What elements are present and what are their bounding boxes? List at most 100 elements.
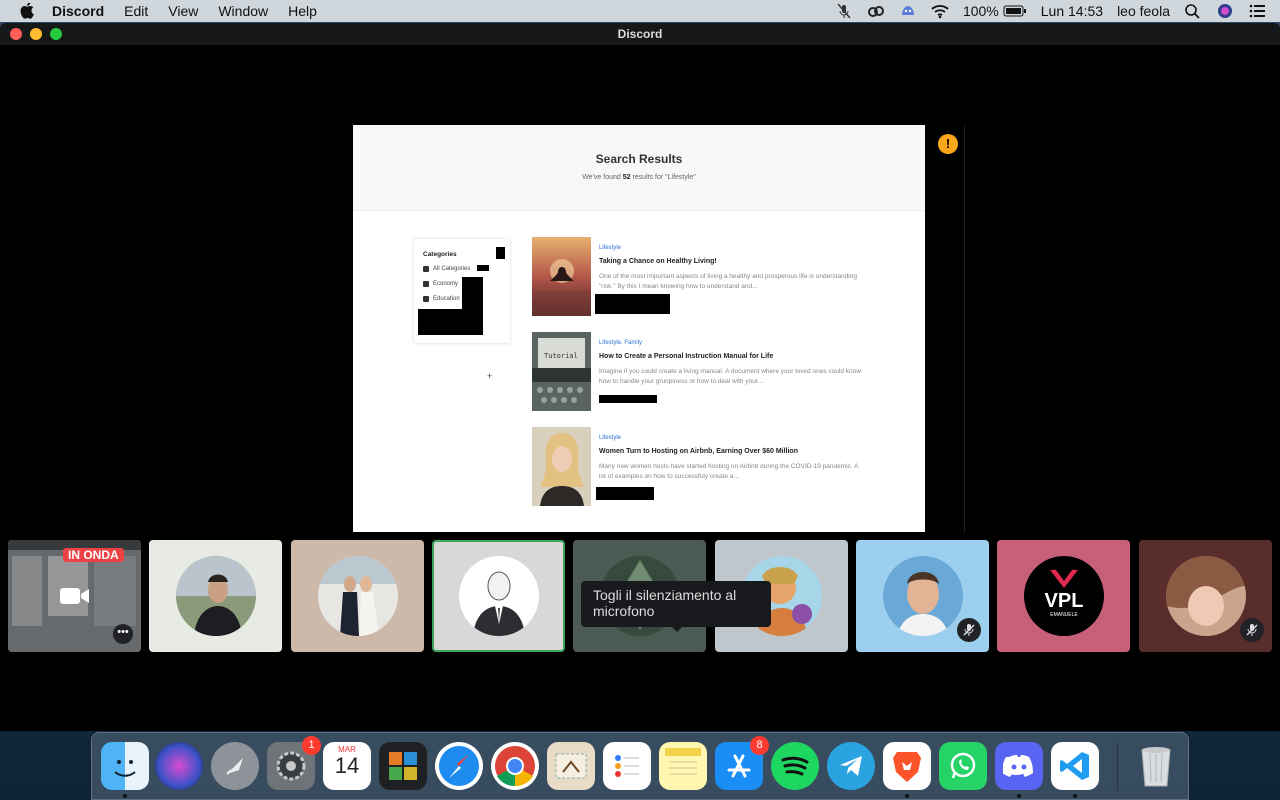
live-badge: IN ONDA	[63, 548, 124, 562]
finder-icon[interactable]	[101, 742, 149, 790]
vscode-icon[interactable]	[1051, 742, 1099, 790]
avatar	[883, 556, 963, 636]
redaction-block	[595, 294, 670, 314]
control-center-icon[interactable]	[1248, 3, 1266, 19]
spotlight-search-icon[interactable]	[1184, 3, 1202, 19]
category-all[interactable]: All Categories	[423, 266, 470, 272]
search-results-summary: We've found 52 results for "Lifestyle"	[582, 174, 696, 181]
post-title[interactable]: Taking a Chance on Healthy Living!	[599, 258, 717, 265]
system-preferences-icon[interactable]: 1	[267, 736, 321, 790]
tile-screen-share[interactable]: IN ONDA •••	[8, 540, 141, 652]
menu-help[interactable]: Help	[288, 3, 317, 19]
post-card[interactable]: Tutorial Lifestyle, Family How to Create…	[532, 332, 862, 412]
post-excerpt: Imagine if you could create a living man…	[599, 368, 861, 385]
post-title[interactable]: Women Turn to Hosting on Airbnb, Earning…	[599, 448, 798, 455]
siri-icon[interactable]	[1216, 3, 1234, 19]
siri-icon[interactable]	[155, 742, 203, 790]
close-window-button[interactable]	[10, 28, 22, 40]
whatsapp-icon[interactable]	[939, 742, 987, 790]
notification-badge: 8	[750, 736, 769, 755]
mic-muted-icon[interactable]	[835, 3, 853, 19]
menu-view[interactable]: View	[168, 3, 198, 19]
tile-participant[interactable]: VPL EMANUELE	[997, 540, 1130, 652]
menu-edit[interactable]: Edit	[124, 3, 148, 19]
more-options-icon[interactable]: •••	[113, 624, 133, 644]
checkbox-checked-icon[interactable]	[423, 281, 429, 287]
category-economy[interactable]: Economy	[423, 281, 458, 287]
search-results-title: Search Results	[595, 152, 683, 166]
category-education[interactable]: Education	[423, 296, 460, 302]
clock[interactable]: Lun 14:53	[1041, 3, 1103, 19]
menu-window[interactable]: Window	[218, 3, 268, 19]
post-category[interactable]: Lifestyle	[599, 435, 621, 441]
safari-icon[interactable]	[435, 742, 483, 790]
avatar-vpl-logo: VPL EMANUELE	[1024, 556, 1104, 636]
svg-text:EMANUELE: EMANUELE	[1050, 612, 1078, 618]
checkbox-checked-icon[interactable]	[423, 266, 429, 272]
creative-cloud-icon[interactable]	[867, 3, 885, 19]
post-excerpt: Many new women hosts have started hostin…	[599, 463, 859, 480]
avatar	[459, 556, 539, 636]
tile-participant[interactable]	[291, 540, 424, 652]
redaction-block	[418, 309, 483, 335]
finder-running-dot	[123, 794, 127, 798]
avatar	[318, 556, 398, 636]
redaction-block	[599, 395, 657, 403]
zoom-window-button[interactable]	[50, 28, 62, 40]
categories-panel: Categories All Categories Economy Educat…	[413, 238, 511, 344]
app-store-icon[interactable]: 8	[715, 736, 769, 790]
avatar	[176, 556, 256, 636]
redaction-block	[477, 265, 489, 271]
dock: 1 MAR 14 8	[91, 732, 1189, 800]
menubar: Discord Edit View Window Help 100% Lun 1…	[0, 0, 1280, 22]
post-thumbnail-typewriter: Tutorial	[532, 332, 591, 411]
categories-title: Categories	[423, 251, 457, 258]
reminders-icon[interactable]	[603, 742, 651, 790]
apple-icon[interactable]	[20, 3, 34, 19]
post-card[interactable]: Lifestyle Taking a Chance on Healthy Liv…	[532, 237, 862, 317]
post-thumbnail-meditation	[532, 237, 591, 316]
post-title[interactable]: How to Create a Personal Instruction Man…	[599, 353, 773, 360]
results-count: 52	[622, 174, 631, 181]
spotify-icon[interactable]	[771, 742, 819, 790]
chrome-icon[interactable]	[491, 742, 539, 790]
battery-percent: 100%	[962, 3, 999, 19]
trash-icon[interactable]	[1132, 742, 1180, 790]
notes-icon[interactable]	[659, 742, 707, 790]
redaction-block	[596, 487, 654, 500]
svg-text:Tutorial: Tutorial	[544, 352, 578, 360]
telegram-icon[interactable]	[827, 742, 875, 790]
window-titlebar: Discord	[0, 23, 1280, 45]
battery-icon[interactable]	[1003, 3, 1027, 19]
minimize-window-button[interactable]	[30, 28, 42, 40]
tile-participant[interactable]	[149, 540, 282, 652]
photo-booth-icon[interactable]	[379, 742, 427, 790]
discord-window: Discord Search Results We've found 52 re…	[0, 23, 1280, 731]
mail-icon[interactable]	[547, 742, 595, 790]
post-thumbnail-woman-portrait	[532, 427, 591, 506]
video-camera-icon	[60, 588, 89, 604]
discord-icon[interactable]	[995, 742, 1043, 790]
calendar-icon[interactable]: MAR 14	[323, 742, 371, 790]
checkbox-checked-icon[interactable]	[423, 296, 429, 302]
post-excerpt: One of the most important aspects of liv…	[599, 273, 857, 290]
tile-participant[interactable]	[856, 540, 989, 652]
tile-participant-selected[interactable]	[432, 540, 565, 652]
add-icon[interactable]: +	[487, 371, 492, 381]
avatar	[1166, 556, 1246, 636]
wifi-icon[interactable]	[931, 3, 949, 19]
screen-share-stream[interactable]: Search Results We've found 52 results fo…	[353, 125, 925, 532]
warning-icon[interactable]: !	[938, 134, 958, 154]
post-card[interactable]: Lifestyle Women Turn to Hosting on Airbn…	[532, 427, 862, 507]
tile-participant[interactable]	[1139, 540, 1272, 652]
calendar-day: 14	[334, 753, 360, 778]
menu-app-name[interactable]: Discord	[52, 3, 104, 19]
post-category[interactable]: Lifestyle	[599, 245, 621, 251]
redaction-block	[496, 247, 505, 259]
vpn-icon[interactable]	[899, 3, 917, 19]
discord-running-dot	[1017, 794, 1021, 798]
launchpad-icon[interactable]	[211, 742, 259, 790]
user-name[interactable]: leo feola	[1117, 3, 1170, 19]
post-category[interactable]: Lifestyle, Family	[599, 340, 642, 346]
brave-icon[interactable]	[883, 742, 931, 790]
